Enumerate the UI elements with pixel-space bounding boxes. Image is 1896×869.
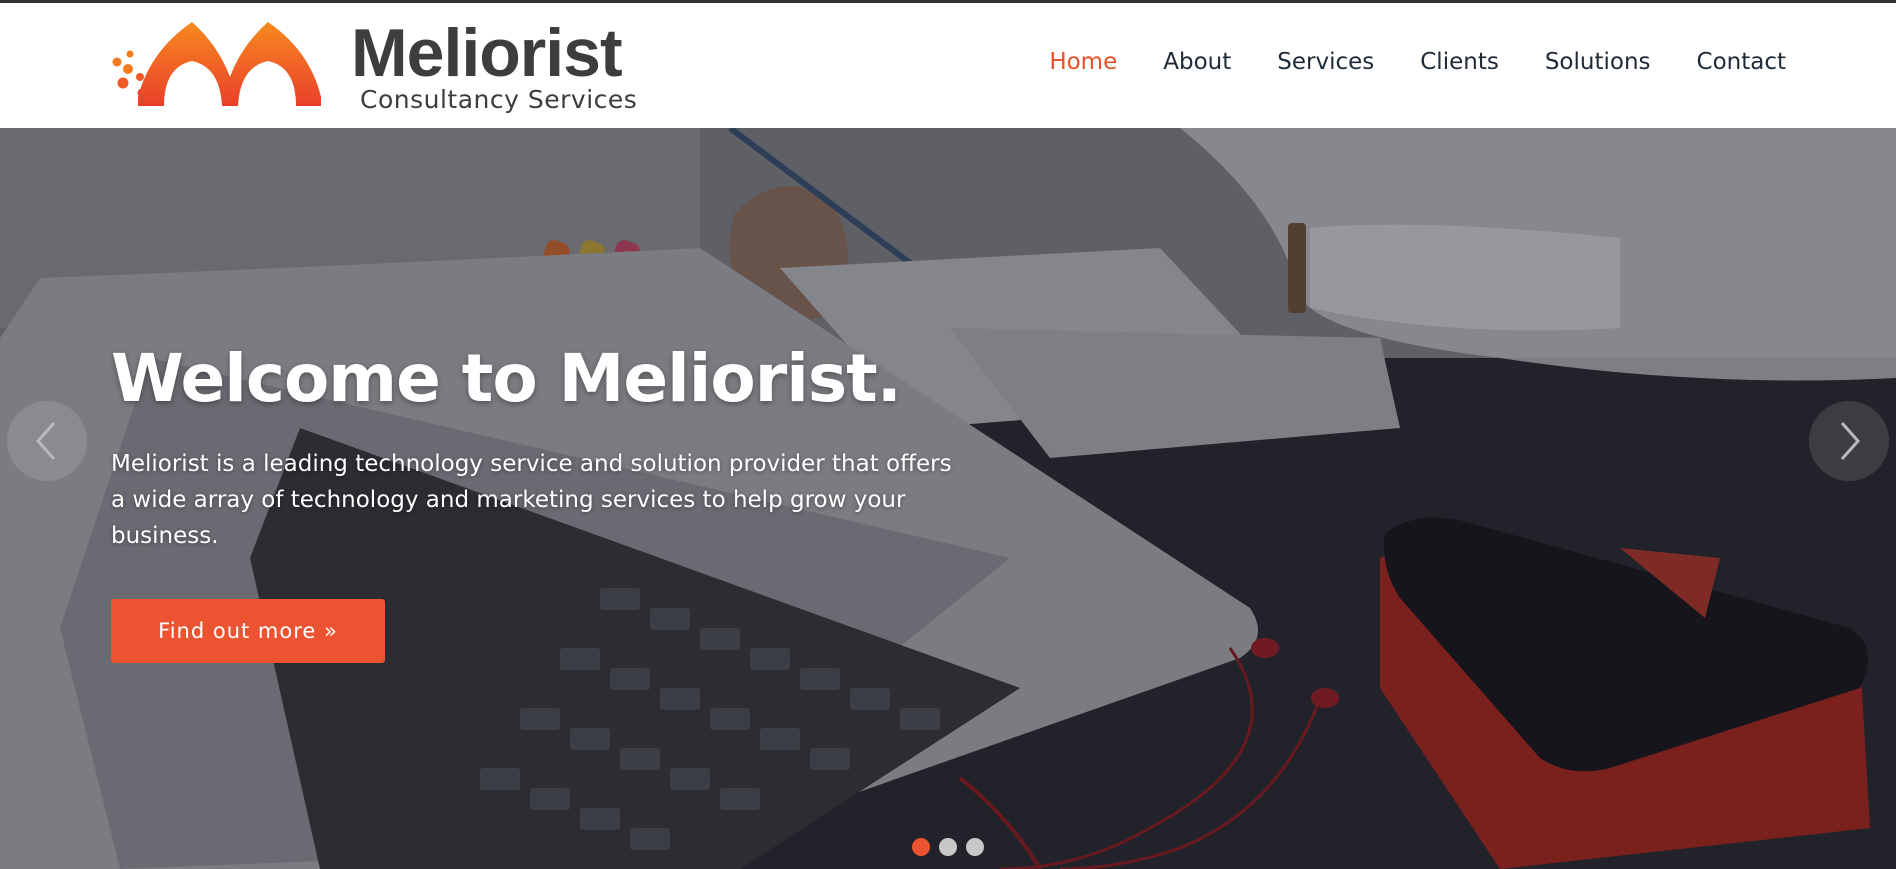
hero-carousel: Welcome to Meliorist. Meliorist is a lea… [0, 128, 1896, 869]
hero-description: Meliorist is a leading technology servic… [111, 451, 952, 549]
nav-home-link[interactable]: Home [1049, 51, 1117, 74]
logo-mark-icon [112, 22, 321, 106]
carousel-indicators [912, 838, 993, 856]
find-out-more-button[interactable]: Find out more » [111, 599, 385, 663]
hero-title: Welcome to Meliorist. [111, 340, 902, 417]
nav-contact-link[interactable]: Contact [1697, 51, 1786, 74]
brand-tagline: Consultancy Services [360, 85, 638, 114]
chevron-left-icon [35, 422, 56, 460]
main-nav: Home About Services Clients Solutions Co… [1003, 51, 1786, 74]
nav-about-link[interactable]: About [1163, 51, 1231, 74]
carousel-prev-button[interactable] [7, 401, 87, 481]
chevron-right-icon [1840, 422, 1861, 460]
nav-solutions-link[interactable]: Solutions [1545, 51, 1651, 74]
carousel-next-button[interactable] [1809, 401, 1889, 481]
nav-clients-link[interactable]: Clients [1420, 51, 1499, 74]
carousel-dot-2[interactable] [939, 838, 957, 856]
carousel-dot-3[interactable] [966, 838, 984, 856]
header-navbar: Meliorist Consultancy Services Home Abou… [0, 3, 1896, 128]
site-logo[interactable]: Meliorist Consultancy Services [110, 17, 670, 117]
nav-services-link[interactable]: Services [1277, 51, 1374, 74]
carousel-dot-1[interactable] [912, 838, 930, 856]
brand-name: Meliorist [351, 15, 623, 91]
